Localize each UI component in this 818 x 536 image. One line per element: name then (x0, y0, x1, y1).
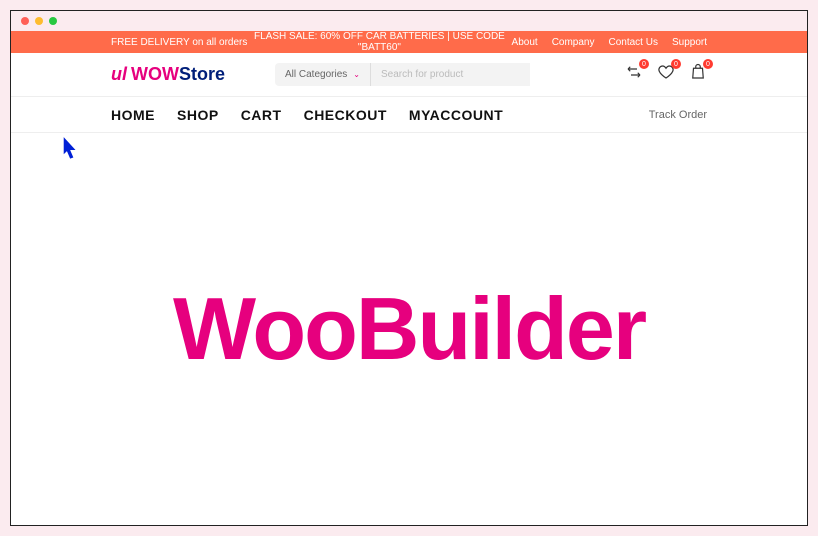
main-nav: HOME SHOP CART CHECKOUT MYACCOUNT Track … (11, 97, 807, 133)
header-icons: 0 0 0 (625, 63, 707, 86)
track-order-link[interactable]: Track Order (649, 109, 707, 121)
flash-sale-text: FLASH SALE: 60% OFF CAR BATTERIES | USE … (247, 31, 511, 53)
chevron-down-icon: ⌄ (353, 70, 360, 79)
search-input[interactable] (370, 63, 530, 86)
nav-links: HOME SHOP CART CHECKOUT MYACCOUNT (111, 107, 503, 123)
page-content: WooBuilder (11, 133, 807, 525)
category-select[interactable]: All Categories ⌄ (275, 63, 370, 86)
company-link[interactable]: Company (552, 37, 595, 48)
banner-links: About Company Contact Us Support (512, 37, 707, 48)
nav-home[interactable]: HOME (111, 107, 155, 123)
nav-shop[interactable]: SHOP (177, 107, 219, 123)
browser-window: FREE DELIVERY on all orders FLASH SALE: … (10, 10, 808, 526)
logo-store: Store (179, 64, 225, 84)
support-link[interactable]: Support (672, 37, 707, 48)
search-group: All Categories ⌄ (275, 63, 530, 86)
nav-checkout[interactable]: CHECKOUT (304, 107, 387, 123)
site-logo[interactable]: ul WOWStore (111, 64, 225, 85)
nav-myaccount[interactable]: MYACCOUNT (409, 107, 503, 123)
category-label: All Categories (285, 69, 347, 80)
header: ul WOWStore All Categories ⌄ 0 0 0 (11, 53, 807, 97)
cart-button[interactable]: 0 (689, 63, 707, 86)
window-minimize-icon[interactable] (35, 17, 43, 25)
wishlist-badge: 0 (671, 59, 681, 69)
promo-banner: FREE DELIVERY on all orders FLASH SALE: … (11, 31, 807, 53)
contact-link[interactable]: Contact Us (609, 37, 658, 48)
about-link[interactable]: About (512, 37, 538, 48)
window-close-icon[interactable] (21, 17, 29, 25)
compare-button[interactable]: 0 (625, 63, 643, 86)
compare-badge: 0 (639, 59, 649, 69)
wishlist-button[interactable]: 0 (657, 63, 675, 86)
window-titlebar (11, 11, 807, 31)
window-maximize-icon[interactable] (49, 17, 57, 25)
hero-title: WooBuilder (173, 278, 645, 380)
cart-logo-icon: ul (111, 64, 127, 85)
nav-cart[interactable]: CART (241, 107, 282, 123)
free-delivery-text: FREE DELIVERY on all orders (111, 37, 247, 48)
logo-wow: WOW (131, 64, 179, 84)
cart-badge: 0 (703, 59, 713, 69)
